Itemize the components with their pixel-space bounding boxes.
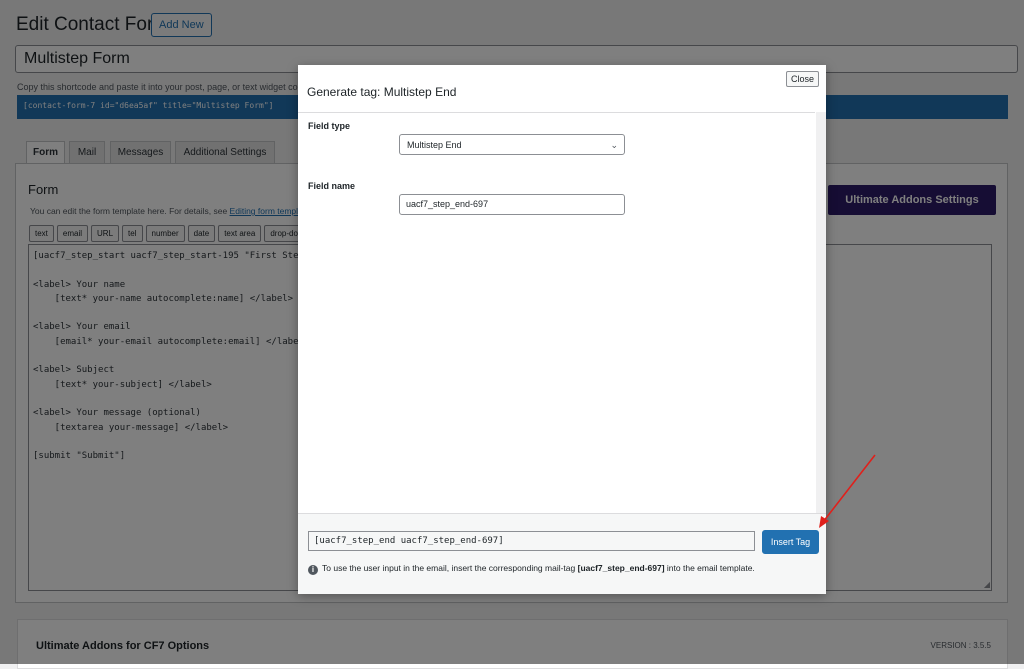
- modal-footer: [uacf7_step_end uacf7_step_end-697] Inse…: [298, 513, 826, 594]
- info-icon: i: [308, 565, 318, 575]
- field-name-label: Field name: [308, 181, 356, 191]
- modal-body: Field type Multistep End ⌄ Field name ua…: [298, 112, 815, 513]
- modal-close-button[interactable]: Close: [786, 71, 820, 87]
- field-type-select[interactable]: Multistep End ⌄: [399, 134, 625, 155]
- modal-scrollbar[interactable]: [816, 112, 826, 513]
- info-text-before: To use the user input in the email, inse…: [322, 563, 578, 573]
- field-name-input[interactable]: uacf7_step_end-697: [399, 194, 625, 215]
- field-type-label: Field type: [308, 121, 351, 131]
- mail-tag-info: i To use the user input in the email, ins…: [308, 563, 755, 575]
- chevron-down-icon: ⌄: [610, 140, 618, 150]
- info-mail-tag: [uacf7_step_end-697]: [577, 563, 665, 573]
- field-type-value: Multistep End: [407, 140, 462, 150]
- modal-title: Generate tag: Multistep End: [307, 85, 457, 99]
- insert-tag-button[interactable]: Insert Tag: [762, 530, 819, 554]
- info-text-after: into the email template.: [664, 563, 755, 573]
- tag-output-field[interactable]: [uacf7_step_end uacf7_step_end-697]: [308, 531, 755, 551]
- generate-tag-modal: Close Generate tag: Multistep End Field …: [298, 65, 826, 594]
